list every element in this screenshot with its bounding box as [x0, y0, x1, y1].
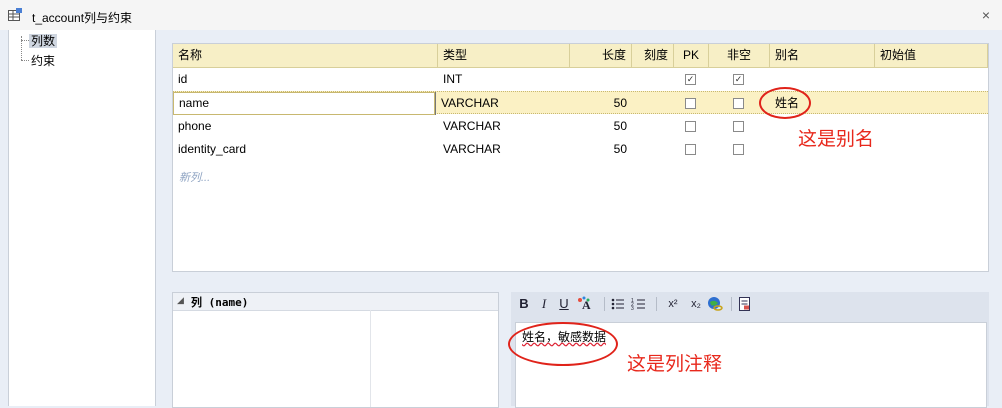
bulleted-list-icon[interactable] — [610, 296, 626, 312]
pk-checkbox[interactable] — [685, 144, 696, 155]
window-title: t_account列与约束 — [32, 11, 133, 25]
underline-button[interactable]: U — [557, 296, 571, 312]
alias-highlight-circle — [759, 87, 811, 119]
cell-type[interactable]: VARCHAR — [435, 92, 570, 115]
header-notnull[interactable]: 非空 — [709, 44, 770, 67]
cell-name[interactable]: identity_card — [173, 138, 438, 161]
italic-button[interactable]: I — [537, 296, 551, 312]
header-default[interactable]: 初始值 — [875, 44, 988, 67]
properties-header: ◢ 列 (name) — [173, 293, 498, 311]
table-row[interactable]: id INT ✓ ✓ — [173, 68, 988, 91]
toolbar-separator — [731, 297, 732, 311]
header-name[interactable]: 名称 — [173, 44, 438, 67]
bold-button[interactable]: B — [517, 296, 531, 312]
toolbar-separator — [604, 297, 605, 311]
properties-title: 列 (name) — [191, 296, 249, 309]
cell-length[interactable]: 50 — [570, 138, 632, 161]
cell-length[interactable]: 50 — [570, 115, 632, 138]
notnull-checkbox[interactable] — [733, 144, 744, 155]
title-bar: t_account列与约束 × — [0, 0, 1002, 30]
tree-connector — [21, 60, 29, 61]
notnull-checkbox[interactable] — [733, 98, 744, 109]
close-button[interactable]: × — [982, 7, 990, 23]
cell-type[interactable]: INT — [438, 68, 570, 91]
numbered-list-icon[interactable]: 123 — [631, 296, 647, 312]
cell-type[interactable]: VARCHAR — [438, 138, 570, 161]
cell-name[interactable]: phone — [173, 115, 438, 138]
pk-checkbox[interactable] — [685, 121, 696, 132]
document-icon[interactable] — [738, 296, 752, 312]
font-color-icon[interactable]: A — [576, 296, 596, 312]
comment-highlight-circle — [508, 322, 618, 366]
grid-header: 名称 类型 长度 刻度 PK 非空 别名 初始值 — [173, 44, 988, 68]
column-properties: ◢ 列 (name) — [172, 292, 499, 408]
svg-text:A: A — [582, 298, 591, 312]
header-scale[interactable]: 刻度 — [632, 44, 674, 67]
header-alias[interactable]: 别名 — [770, 44, 875, 67]
new-column-link[interactable]: 新列... — [179, 169, 210, 185]
editor-toolbar: B I U A 123 x² x₂ — [511, 292, 989, 316]
superscript-button[interactable]: x² — [663, 296, 683, 312]
cell-length[interactable] — [570, 68, 632, 91]
toolbar-separator — [656, 297, 657, 311]
properties-divider — [370, 310, 371, 407]
subscript-button[interactable]: x₂ — [686, 296, 706, 312]
tree-item-constraints[interactable]: 约束 — [29, 52, 57, 69]
svg-text:3: 3 — [631, 306, 634, 312]
tree-item-columns[interactable]: 列数 — [29, 32, 58, 49]
table-row-selected[interactable]: name VARCHAR 50 姓名 — [173, 91, 988, 115]
table-icon — [8, 8, 22, 21]
header-length[interactable]: 长度 — [570, 44, 632, 67]
cell-name[interactable]: id — [173, 68, 438, 91]
pk-checkbox[interactable] — [685, 98, 696, 109]
alias-annotation: 这是别名 — [798, 129, 875, 150]
comment-annotation: 这是列注释 — [627, 354, 723, 375]
cell-type[interactable]: VARCHAR — [438, 115, 570, 138]
cell-name[interactable]: name — [173, 92, 435, 115]
header-pk[interactable]: PK — [674, 44, 709, 67]
pk-checkbox[interactable]: ✓ — [685, 74, 696, 85]
nav-tree: 列数 约束 — [8, 30, 156, 406]
header-type[interactable]: 类型 — [438, 44, 570, 67]
tree-connector — [21, 40, 29, 41]
notnull-checkbox[interactable] — [733, 121, 744, 132]
collapse-icon[interactable]: ◢ — [177, 295, 184, 306]
notnull-checkbox[interactable]: ✓ — [733, 74, 744, 85]
columns-grid: 名称 类型 长度 刻度 PK 非空 别名 初始值 id INT ✓ ✓ name… — [172, 43, 989, 272]
cell-length[interactable]: 50 — [570, 92, 632, 115]
hyperlink-icon[interactable] — [707, 296, 723, 312]
